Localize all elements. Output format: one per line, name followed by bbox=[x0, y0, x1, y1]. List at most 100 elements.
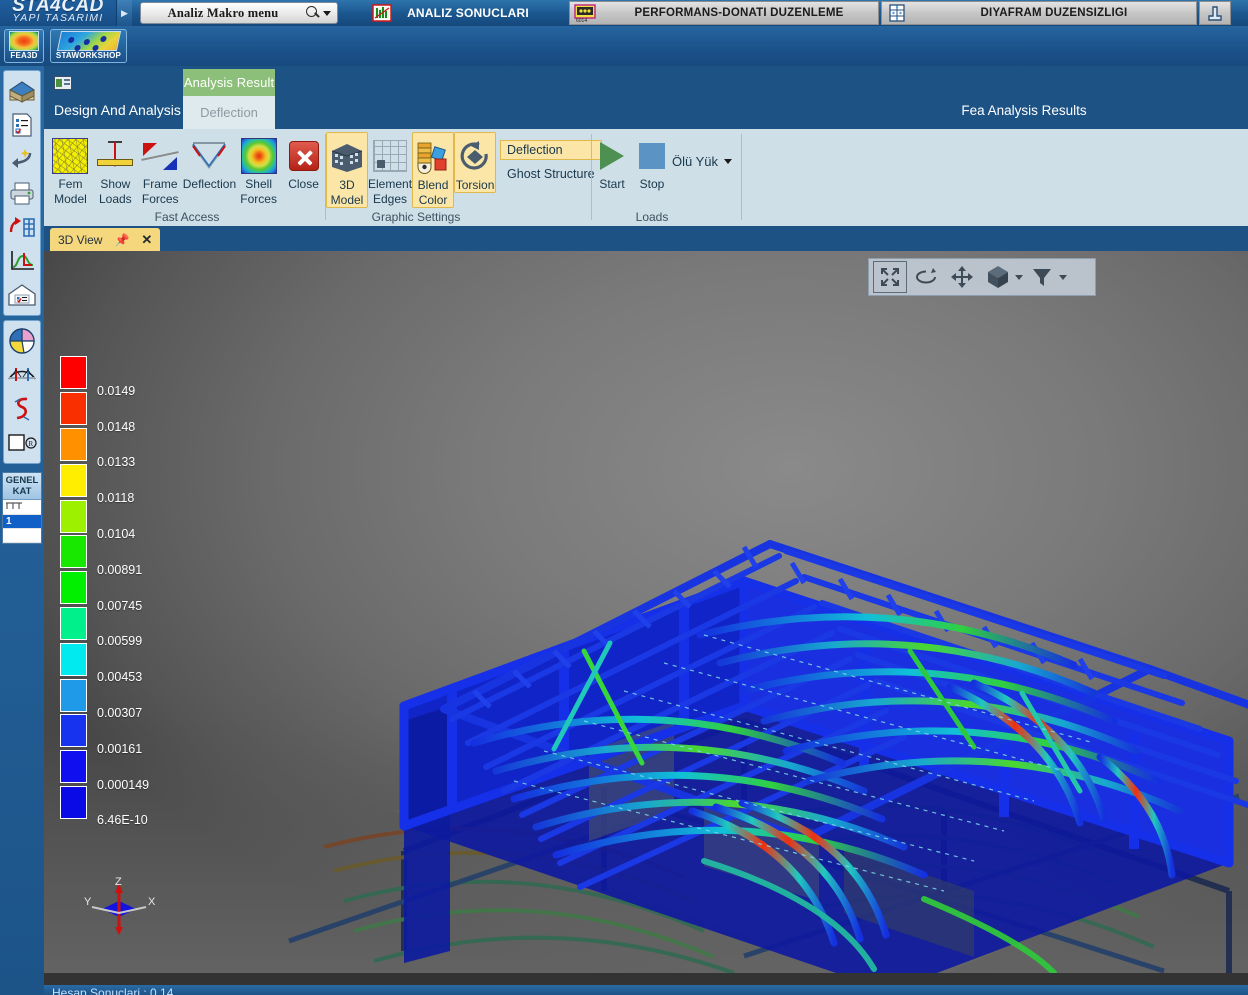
macro-menu-combobox[interactable]: Analiz Makro menu bbox=[140, 2, 338, 24]
ribbon-button-element-edges[interactable]: Element Edges bbox=[368, 132, 412, 206]
ribbon-button-deflection[interactable]: Deflection bbox=[183, 132, 237, 191]
left-toolbar: R GENEL KAT 1 bbox=[0, 66, 44, 995]
show-loads-icon bbox=[95, 136, 135, 176]
tab-design-and-analysis[interactable]: Design And Analysis bbox=[54, 102, 181, 118]
legend-value: 0.0133 bbox=[97, 455, 135, 469]
close-icon[interactable]: ✕ bbox=[141, 232, 152, 248]
ribbon-button-frame-forces[interactable]: Frame Forces bbox=[138, 132, 183, 206]
ribbon-button-start[interactable]: Start bbox=[592, 132, 632, 191]
legend-value: 0.0104 bbox=[97, 527, 135, 541]
report-list-icon[interactable] bbox=[4, 108, 40, 142]
rotate-icon[interactable] bbox=[909, 261, 943, 293]
view-controls-toolbar bbox=[868, 258, 1096, 296]
ribbon-button-fem-model[interactable]: Fem Model bbox=[48, 132, 93, 206]
ribbon-button-shell-forces[interactable]: Shell Forces bbox=[236, 132, 281, 206]
pin-icon[interactable]: 📌 bbox=[114, 233, 129, 247]
chart-curve-icon[interactable] bbox=[4, 244, 40, 278]
brand-subtitle: YAPI TASARIMI bbox=[0, 12, 116, 25]
color-legend: 0.01490.01480.01330.01180.01040.008910.0… bbox=[60, 355, 149, 820]
undo-magic-icon[interactable] bbox=[4, 142, 40, 176]
chevron-down-icon[interactable] bbox=[323, 11, 331, 16]
ribbon-button-stop[interactable]: Stop bbox=[632, 132, 672, 191]
application-window: STA4CAD YAPI TASARIMI ▶ Analiz Makro men… bbox=[0, 0, 1248, 995]
fea3d-icon bbox=[9, 31, 39, 51]
legend-value: 0.00745 bbox=[97, 599, 142, 613]
3d-viewport[interactable]: 0.01490.01480.01330.01180.01040.008910.0… bbox=[44, 251, 1248, 973]
ribbon: Design And Analysis Analysis Result Defl… bbox=[44, 66, 1248, 226]
ribbon-button-label2: Loads bbox=[99, 193, 132, 206]
page-title: Fea Analysis Results bbox=[894, 103, 1154, 118]
ribbon-button-blend-color[interactable]: Blend Color bbox=[412, 132, 454, 208]
ribbon-button-label2: Forces bbox=[240, 193, 277, 206]
view-cube-icon[interactable] bbox=[981, 261, 1015, 293]
legend-color-swatch bbox=[60, 714, 87, 747]
ribbon-button-label2: Edges bbox=[373, 193, 407, 206]
stop-icon bbox=[632, 136, 672, 176]
ribbon-button-show-loads[interactable]: Show Loads bbox=[93, 132, 138, 206]
tab-deflection[interactable]: Deflection bbox=[183, 96, 275, 129]
torsion-icon bbox=[455, 137, 495, 177]
ribbon-group-title: Loads bbox=[582, 210, 722, 224]
expand-menu-button[interactable]: ▶ bbox=[116, 0, 132, 26]
top-menu-bar: STA4CAD YAPI TASARIMI ▶ Analiz Makro men… bbox=[0, 0, 1248, 26]
load-case-dropdown[interactable]: Ölü Yük bbox=[672, 154, 738, 169]
chevron-down-icon[interactable] bbox=[724, 159, 732, 164]
axis-triad: Y X Z bbox=[74, 873, 164, 943]
legend-value: 0.00891 bbox=[97, 563, 142, 577]
storey-panel-header: GENEL KAT bbox=[3, 473, 41, 500]
legend-color-swatch bbox=[60, 464, 87, 497]
ribbon-button-label2: Color bbox=[419, 194, 448, 207]
house-report-icon[interactable] bbox=[4, 278, 40, 312]
search-icon[interactable] bbox=[305, 5, 321, 21]
legend-value: 0.00599 bbox=[97, 634, 142, 648]
ribbon-button-label: Shell bbox=[245, 178, 272, 191]
toolbar-item-performans-donati[interactable]: 6014 PERFORMANS-DONATI DUZENLEME bbox=[569, 1, 879, 25]
toggle-deflection[interactable]: Deflection bbox=[500, 140, 602, 160]
ribbon-button-label: Element bbox=[368, 178, 412, 191]
rebar-s-icon[interactable] bbox=[4, 392, 40, 426]
ribbon-button-label: Close bbox=[288, 178, 319, 191]
staworkshop-icon bbox=[56, 31, 120, 51]
storey-row-empty[interactable] bbox=[3, 529, 41, 543]
building-model-icon[interactable] bbox=[4, 74, 40, 108]
quick-button-fea3d[interactable]: FEA3D bbox=[4, 29, 44, 63]
redo-frame-icon[interactable] bbox=[4, 210, 40, 244]
chevron-down-icon[interactable] bbox=[1059, 275, 1067, 280]
registered-box-icon[interactable]: R bbox=[4, 426, 40, 460]
svg-text:6014: 6014 bbox=[576, 18, 587, 22]
toolbar-item-extra[interactable] bbox=[1199, 1, 1231, 25]
toolbar-item-analiz-sonuclari[interactable]: ANALIZ SONUCLARI bbox=[339, 1, 567, 25]
legend-value: 6.46E-10 bbox=[97, 813, 148, 827]
ribbon-button-label2: Model bbox=[54, 193, 87, 206]
ribbon-button-label: Frame bbox=[143, 178, 178, 191]
pan-move-icon[interactable] bbox=[945, 261, 979, 293]
ribbon-button-torsion[interactable]: Torsion bbox=[454, 132, 496, 193]
toggle-ghost-structure[interactable]: Ghost Structure bbox=[500, 164, 602, 184]
ribbon-button-close[interactable]: Close bbox=[281, 132, 326, 191]
ribbon-button-label: Deflection bbox=[183, 178, 236, 191]
ribbon-button-label: Stop bbox=[640, 178, 665, 191]
filter-funnel-icon[interactable] bbox=[1025, 261, 1059, 293]
chevron-down-icon[interactable] bbox=[1015, 275, 1023, 280]
quick-button-staworkshop[interactable]: STAWORKSHOP bbox=[50, 29, 127, 63]
fit-to-screen-icon[interactable] bbox=[873, 261, 907, 293]
rebar-edit-icon: 6014 bbox=[573, 3, 597, 23]
pie-chart-icon[interactable] bbox=[4, 324, 40, 358]
tab-3d-view[interactable]: 3D View 📌 ✕ bbox=[50, 228, 160, 251]
toolbar-item-diyafram-duzensizligi[interactable]: DIYAFRAM DUZENSIZLIGI bbox=[881, 1, 1197, 25]
tab-analysis-result[interactable]: Analysis Result bbox=[183, 69, 275, 96]
storey-panel: GENEL KAT 1 bbox=[2, 472, 42, 544]
storey-row-1[interactable]: 1 bbox=[3, 515, 41, 529]
quick-launch-bar: FEA3D STAWORKSHOP bbox=[0, 26, 1248, 66]
foundation-icon bbox=[1203, 3, 1227, 23]
storey-columns-icon[interactable] bbox=[3, 500, 41, 515]
legend-value: 0.0118 bbox=[97, 491, 134, 505]
storey-panel-header-line2: KAT bbox=[3, 486, 41, 497]
quick-button-label: STAWORKSHOP bbox=[56, 51, 121, 60]
legend-value: 0.0149 bbox=[97, 384, 135, 398]
app-menu-icon[interactable] bbox=[54, 76, 72, 90]
brand-name: STA4CAD bbox=[0, 0, 116, 12]
ribbon-button-3d-model[interactable]: 3D Model bbox=[326, 132, 368, 208]
printer-icon[interactable] bbox=[4, 176, 40, 210]
bridge-icon[interactable] bbox=[4, 358, 40, 392]
